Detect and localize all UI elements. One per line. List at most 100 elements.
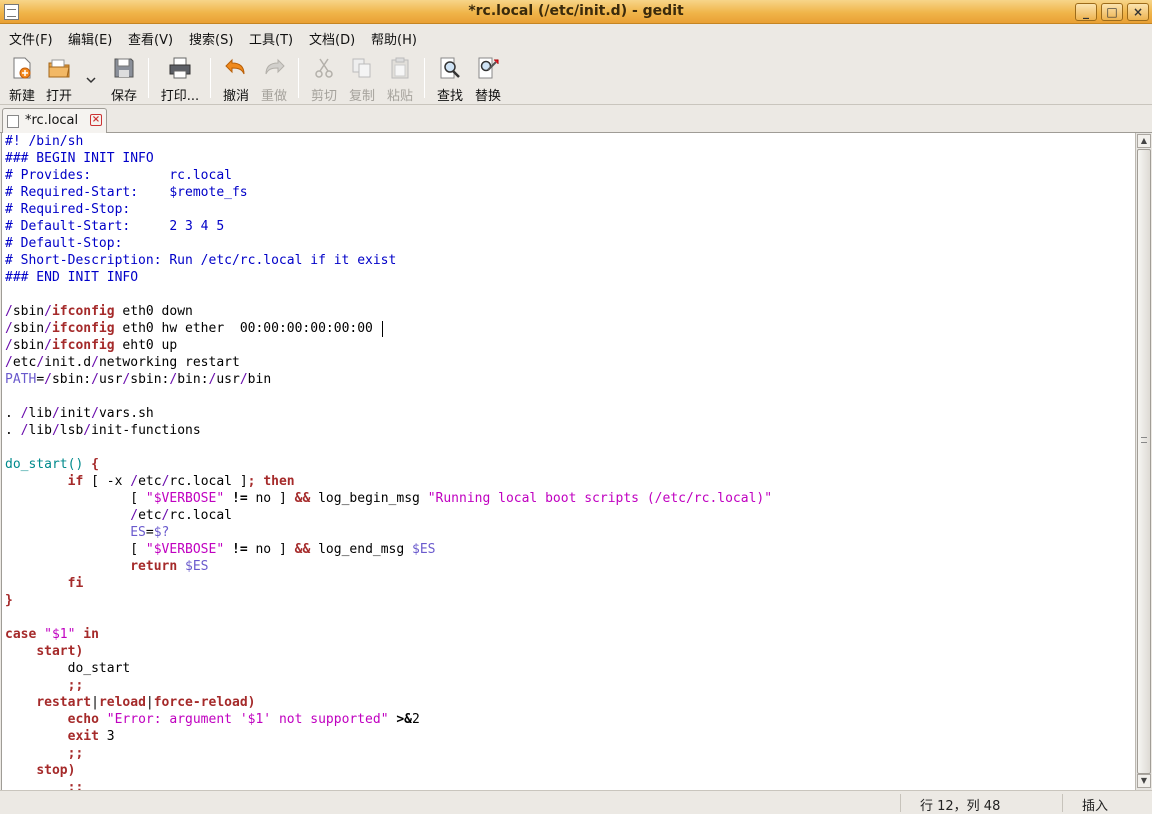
code-line: /etc/rc.local xyxy=(5,507,772,524)
code-token: eth0 hw ether 00:00:00:00:00:00 xyxy=(114,321,373,336)
code-token: log_end_msg xyxy=(310,542,413,557)
title-bar[interactable]: *rc.local (/etc/init.d) - gedit _ □ × xyxy=(0,0,1152,24)
code-token: ifconfig xyxy=(51,321,115,336)
code-line: ;; xyxy=(5,677,772,694)
code-token: exit xyxy=(67,729,99,744)
toolbar-separator xyxy=(148,58,149,98)
scissors-icon xyxy=(315,58,333,78)
code-token: PATH xyxy=(5,372,37,387)
code-line: # Required-Start: $remote_fs xyxy=(5,184,772,201)
code-token: lib xyxy=(28,406,52,421)
code-line: /sbin/ifconfig eth0 hw ether 00:00:00:00… xyxy=(5,320,772,337)
paste-button[interactable]: 粘贴 xyxy=(378,54,422,104)
code-line: # Provides: rc.local xyxy=(5,167,772,184)
code-token: / xyxy=(130,508,139,523)
code-token: init.d xyxy=(44,355,92,370)
menu-search[interactable]: 搜索(S) xyxy=(189,29,233,48)
code-token: bin xyxy=(247,372,272,387)
code-line: # Required-Stop: xyxy=(5,201,772,218)
new-document-icon xyxy=(13,57,31,79)
menu-documents[interactable]: 文档(D) xyxy=(309,29,355,48)
menu-help[interactable]: 帮助(H) xyxy=(371,29,417,48)
code-token: != xyxy=(232,542,248,557)
code-token: 2 xyxy=(412,712,420,727)
code-line: return $ES xyxy=(5,558,772,575)
code-token: . xyxy=(5,406,21,421)
redo-button[interactable]: 重做 xyxy=(252,54,296,104)
code-token: / xyxy=(91,406,99,421)
tab-rc-local[interactable]: *rc.local × xyxy=(2,108,107,134)
code-token: # Short-Description: Run /etc/rc.local i… xyxy=(5,253,397,268)
replace-button[interactable]: 替换 xyxy=(466,54,510,104)
code-token: "$VERBOSE" xyxy=(145,542,225,557)
code-token: case xyxy=(5,627,37,642)
code-token: # Required-Stop: xyxy=(5,202,131,217)
code-line: } xyxy=(5,592,772,609)
status-divider xyxy=(900,794,901,812)
menu-edit[interactable]: 编辑(E) xyxy=(68,29,112,48)
code-line: # Short-Description: Run /etc/rc.local i… xyxy=(5,252,772,269)
code-token: usr xyxy=(98,372,123,387)
menu-tools[interactable]: 工具(T) xyxy=(249,29,293,48)
code-token: stop) xyxy=(36,763,76,778)
code-token: no ] xyxy=(247,491,295,506)
scrollbar-thumb[interactable] xyxy=(1137,149,1151,774)
code-token: / xyxy=(44,304,52,319)
text-editor[interactable]: #! /bin/sh ### BEGIN INIT INFO # Provides:… xyxy=(1,133,1135,790)
code-token: / xyxy=(91,355,99,370)
minimize-button[interactable]: _ xyxy=(1075,3,1097,21)
code-token: usr xyxy=(216,372,240,387)
save-disk-icon xyxy=(114,58,134,78)
code-token: etc xyxy=(138,474,162,489)
code-token: / xyxy=(5,355,13,370)
code-token: = xyxy=(36,372,45,387)
code-token: "Error: argument '$1' not supported" xyxy=(106,712,389,727)
code-token: | xyxy=(91,695,99,710)
code-token: eth0 down xyxy=(114,304,193,319)
print-button[interactable]: 打印... xyxy=(158,54,202,104)
code-token: $ES xyxy=(412,542,436,557)
close-tab-icon[interactable]: × xyxy=(90,114,102,126)
code-line: . /lib/lsb/init-functions xyxy=(5,422,772,439)
tab-label: *rc.local xyxy=(25,113,79,128)
scroll-up-arrow-icon[interactable]: ▲ xyxy=(1137,134,1151,148)
code-token: } xyxy=(5,593,13,608)
code-line: PATH=/sbin:/usr/sbin:/bin:/usr/bin xyxy=(5,371,772,388)
open-button[interactable]: 打开 xyxy=(37,54,81,104)
code-token: no ] xyxy=(247,542,295,557)
code-token: / xyxy=(5,304,13,319)
code-line: stop) xyxy=(5,762,772,779)
code-token: { xyxy=(91,457,99,472)
code-token: etc xyxy=(138,508,162,523)
menu-view[interactable]: 查看(V) xyxy=(128,29,173,48)
code-token: restart xyxy=(36,695,92,710)
code-token: / xyxy=(91,372,99,387)
menu-file[interactable]: 文件(F) xyxy=(9,29,53,48)
code-content: #! /bin/sh ### BEGIN INIT INFO # Provides:… xyxy=(5,133,772,790)
scroll-down-arrow-icon[interactable]: ▼ xyxy=(1137,774,1151,788)
code-line: if [ -x /etc/rc.local ]; then xyxy=(5,473,772,490)
code-token: / xyxy=(130,474,139,489)
vertical-scrollbar[interactable]: ▲ ▼ xyxy=(1135,133,1151,790)
save-button[interactable]: 保存 xyxy=(102,54,146,104)
close-window-button[interactable]: × xyxy=(1127,3,1149,21)
maximize-button[interactable]: □ xyxy=(1101,3,1123,21)
code-line: ;; xyxy=(5,745,772,762)
code-line: restart|reload|force-reload) xyxy=(5,694,772,711)
code-token: ifconfig xyxy=(51,338,115,353)
chevron-down-icon xyxy=(86,77,96,84)
code-line: [ "$VERBOSE" != no ] && log_begin_msg "R… xyxy=(5,490,772,507)
code-line: do_start xyxy=(5,660,772,677)
redo-arrow-icon xyxy=(265,58,285,75)
